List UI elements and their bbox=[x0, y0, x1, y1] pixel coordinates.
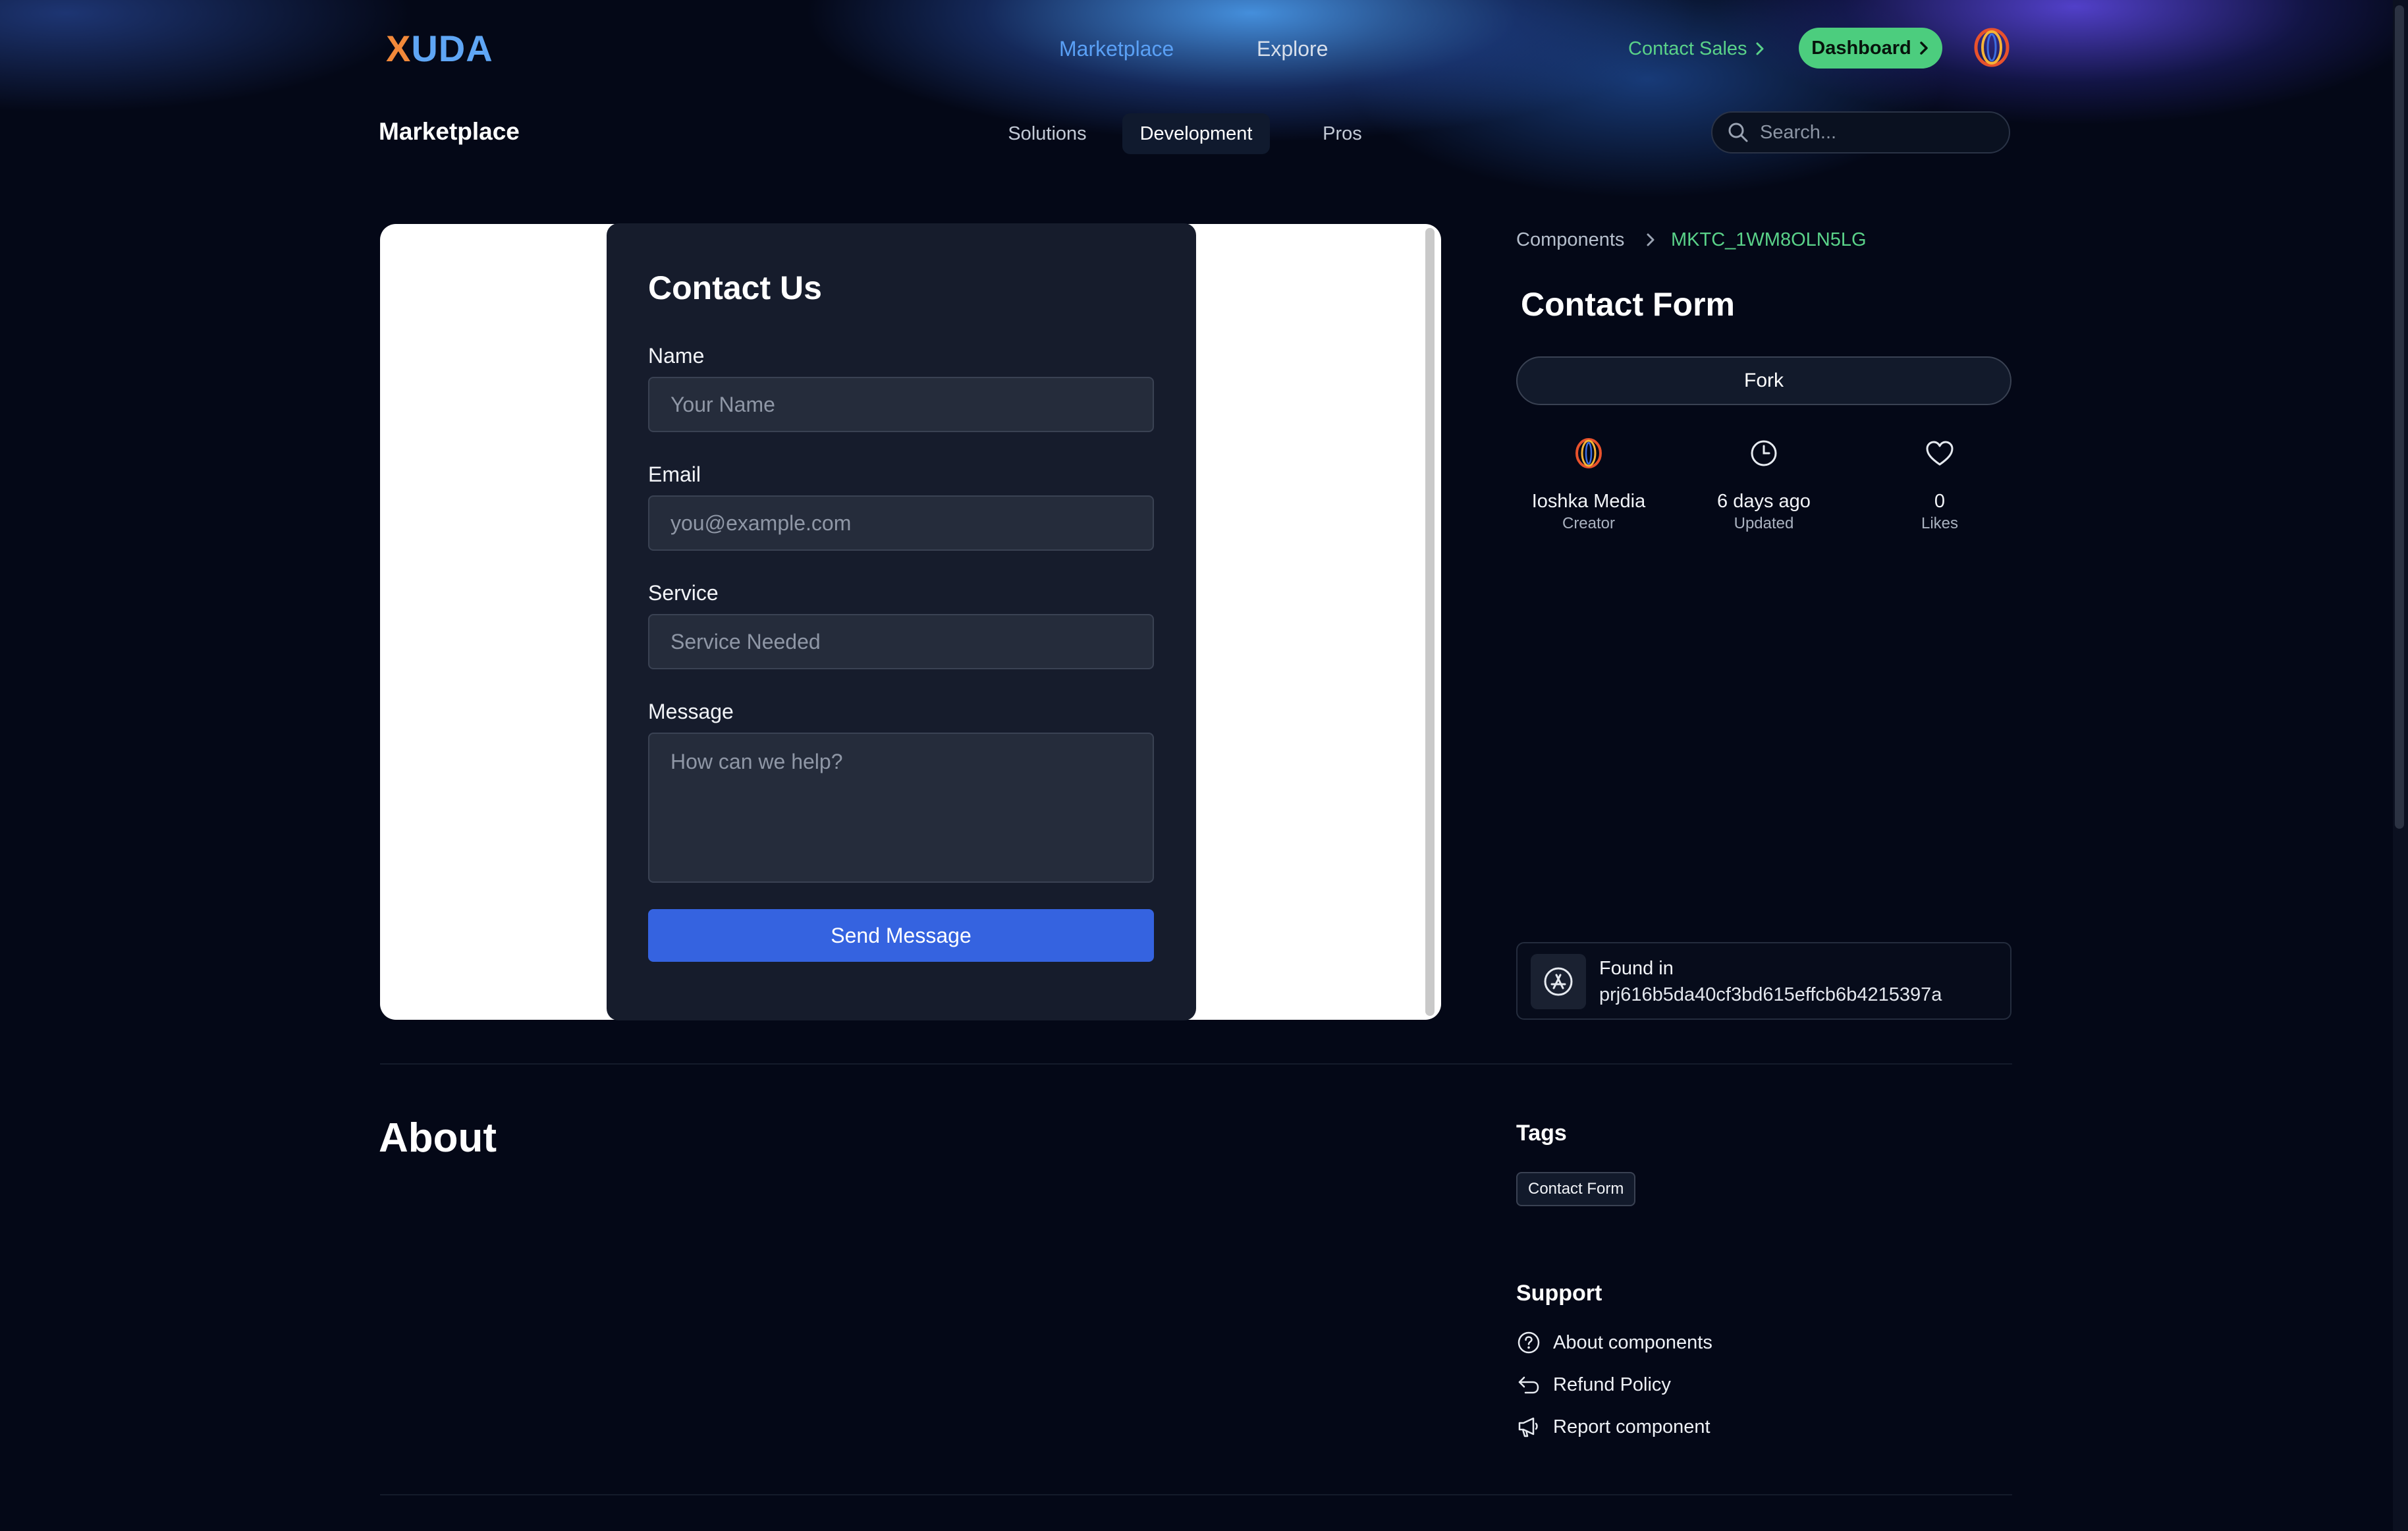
nav-explore[interactable]: Explore bbox=[1257, 33, 1328, 65]
email-input[interactable] bbox=[648, 495, 1154, 551]
contact-sales-label: Contact Sales bbox=[1628, 38, 1747, 59]
report-component-label: Report component bbox=[1553, 1416, 1710, 1437]
chevron-right-icon bbox=[1647, 233, 1655, 246]
support-report-component[interactable]: Report component bbox=[1516, 1414, 1710, 1440]
page-scrollbar-thumb[interactable] bbox=[2395, 5, 2404, 829]
service-label: Service bbox=[648, 581, 719, 605]
creator-name: Ioshka Media bbox=[1531, 491, 1646, 512]
stat-likes[interactable]: 0 Likes bbox=[1852, 435, 2027, 534]
message-textarea[interactable] bbox=[648, 733, 1154, 883]
tab-pros[interactable]: Pros bbox=[1304, 113, 1381, 154]
project-icon-tile bbox=[1531, 954, 1586, 1009]
user-avatar-icon[interactable] bbox=[1972, 28, 2011, 67]
refund-policy-label: Refund Policy bbox=[1553, 1374, 1671, 1395]
creator-avatar-icon bbox=[1575, 438, 1602, 468]
send-message-button[interactable]: Send Message bbox=[648, 909, 1154, 962]
fork-button[interactable]: Fork bbox=[1516, 356, 2011, 405]
name-input[interactable] bbox=[648, 377, 1154, 432]
found-in-label: Found in bbox=[1599, 958, 1674, 979]
search-input[interactable] bbox=[1759, 121, 1998, 144]
app-store-icon bbox=[1544, 967, 1573, 996]
breadcrumb-components[interactable]: Components bbox=[1516, 227, 1624, 253]
heart-icon[interactable] bbox=[1925, 439, 1955, 467]
support-refund-policy[interactable]: Refund Policy bbox=[1516, 1372, 1671, 1398]
help-circle-icon bbox=[1518, 1331, 1540, 1354]
updated-value: 6 days ago bbox=[1717, 491, 1811, 512]
return-icon bbox=[1518, 1376, 1539, 1394]
found-in-project-id[interactable]: prj616b5da40cf3bd615effcb6b4215397a bbox=[1599, 982, 1942, 1008]
contact-sales-link[interactable]: Contact Sales bbox=[1628, 33, 1766, 65]
support-heading: Support bbox=[1516, 1281, 1602, 1306]
tab-solutions[interactable]: Solutions bbox=[991, 113, 1103, 154]
tag-contact-form[interactable]: Contact Form bbox=[1516, 1172, 1636, 1206]
footer-divider bbox=[380, 1494, 2012, 1495]
clock-icon bbox=[1751, 440, 1777, 466]
about-components-label: About components bbox=[1553, 1332, 1712, 1353]
message-label: Message bbox=[648, 700, 734, 723]
stat-creator[interactable]: Ioshka Media Creator bbox=[1501, 435, 1676, 534]
email-label: Email bbox=[648, 462, 701, 486]
stat-updated: 6 days ago Updated bbox=[1676, 435, 1851, 534]
section-divider bbox=[380, 1063, 2012, 1065]
search-box[interactable] bbox=[1711, 111, 2010, 153]
preview-scrollbar[interactable] bbox=[1425, 228, 1435, 1016]
tags-heading: Tags bbox=[1516, 1121, 1567, 1146]
megaphone-icon bbox=[1518, 1417, 1538, 1437]
chevron-right-icon bbox=[1756, 42, 1764, 55]
service-input[interactable] bbox=[648, 614, 1154, 669]
component-title: Contact Form bbox=[1521, 286, 1735, 323]
dashboard-label: Dashboard bbox=[1811, 37, 1911, 59]
breadcrumb-component-id[interactable]: MKTC_1WM8OLN5LG bbox=[1671, 227, 1867, 253]
likes-label: Likes bbox=[1921, 515, 1959, 532]
likes-count: 0 bbox=[1934, 491, 1946, 512]
support-about-components[interactable]: About components bbox=[1516, 1329, 1712, 1356]
nav-marketplace[interactable]: Marketplace bbox=[1059, 33, 1174, 65]
creator-label: Creator bbox=[1562, 515, 1616, 532]
xuda-logo[interactable]: XUDA bbox=[386, 26, 493, 71]
form-title: Contact Us bbox=[648, 269, 822, 306]
page-section-title: Marketplace bbox=[379, 118, 520, 145]
chevron-right-icon bbox=[1919, 42, 1928, 55]
about-heading: About bbox=[379, 1115, 497, 1161]
name-label: Name bbox=[648, 344, 705, 368]
dashboard-button[interactable]: Dashboard bbox=[1799, 28, 1942, 69]
tab-development[interactable]: Development bbox=[1122, 113, 1270, 154]
found-in-card[interactable]: Found in prj616b5da40cf3bd615effcb6b4215… bbox=[1516, 942, 2011, 1020]
search-icon bbox=[1728, 123, 1748, 142]
updated-label: Updated bbox=[1734, 515, 1794, 532]
